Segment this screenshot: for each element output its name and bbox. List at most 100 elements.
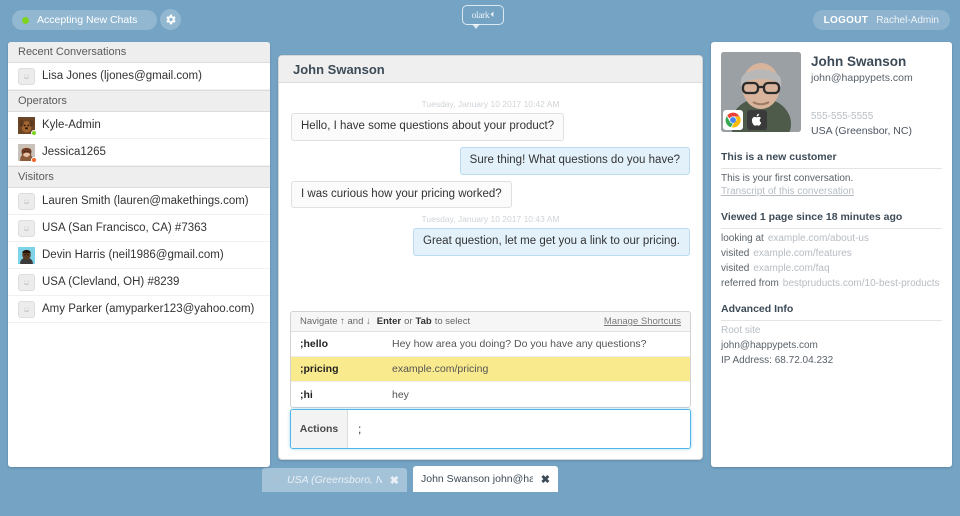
list-item-label: Amy Parker (amyparker123@yahoo.com) (42, 303, 254, 315)
list-item[interactable]: Kyle-Admin (8, 112, 270, 139)
avatar (18, 144, 35, 161)
activity-action: referred from (721, 278, 779, 289)
shortcut-key: ;pricing (300, 363, 392, 375)
shortcut-key: ;hi (300, 389, 392, 401)
shortcut-value: example.com/pricing (392, 363, 488, 375)
operator-message: Sure thing! What questions do you have? (460, 147, 690, 175)
shortcuts-hint-bar: Navigate ↑ and ↓ Enter or Tab to select … (291, 312, 690, 332)
smiley-avatar-icon (18, 193, 35, 210)
gear-icon (164, 13, 177, 26)
shortcut-value: hey (392, 389, 409, 401)
chat-tab[interactable]: USA (Greensboro, NC) #5605 ✖ (262, 468, 407, 492)
chat-header: John Swanson (279, 56, 702, 83)
advanced-info-list: Root site john@happypets.com IP Address: 6… (721, 325, 942, 366)
activity-url: example.com/features (753, 248, 851, 259)
advanced-info-item: Root site (721, 325, 942, 336)
shortcut-row[interactable]: ;helloHey how area you doing? Do you hav… (291, 332, 690, 357)
message-input[interactable] (348, 410, 690, 448)
status-dot-icon (22, 17, 29, 24)
viewed-pages-title: Viewed 1 page since 18 minutes ago (721, 211, 942, 229)
list-item[interactable]: Jessica1265 (8, 139, 270, 166)
sidebar: Recent Conversations Lisa Jones (ljones@g… (8, 42, 270, 467)
activity-action: visited (721, 263, 749, 274)
advanced-info-item: john@happypets.com (721, 340, 942, 351)
smiley-avatar-icon (18, 68, 35, 85)
list-item[interactable]: Lisa Jones (ljones@gmail.com) (8, 63, 270, 90)
visitor-location: USA (Greensbor, NC) (811, 125, 913, 137)
chat-tab[interactable]: John Swanson john@happype ✖ (413, 466, 558, 492)
logo-bubble-icon: olark ⏴ (462, 5, 504, 25)
chat-panel: John Swanson Tuesday, January 10 2017 10… (278, 55, 703, 460)
apple-icon (747, 110, 767, 130)
logout-label: LOGOUT (824, 15, 869, 26)
visitor-phone: 555-555-5555 (811, 111, 913, 122)
list-item-label: Lisa Jones (ljones@gmail.com) (42, 70, 202, 82)
message-input-area: Actions (290, 409, 691, 449)
customer-status-title: This is a new customer (721, 151, 942, 169)
logo-flag-icon: ⏴ (490, 10, 494, 20)
list-item-label: USA (Clevland, OH) #8239 (42, 276, 179, 288)
activity-list: looking atexample.com/about-usvisitedexa… (721, 233, 942, 289)
list-item-label: Jessica1265 (42, 146, 106, 158)
chat-title: John Swanson (293, 62, 385, 77)
visitor-name: John Swanson (811, 54, 913, 69)
activity-item: referred from bestpruducts.com/10-best-pr… (721, 278, 942, 289)
activity-action: looking at (721, 233, 764, 244)
visitor-message: I was curious how your pricing worked? (291, 181, 512, 209)
actions-button[interactable]: Actions (291, 410, 348, 448)
advanced-info-item: IP Address: 68.72.04.232 (721, 355, 942, 366)
list-item[interactable]: USA (San Francisco, CA) #7363 (8, 215, 270, 242)
list-item[interactable]: Amy Parker (amyparker123@yahoo.com) (8, 296, 270, 323)
avatar (18, 117, 35, 134)
shortcut-row[interactable]: ;hihey (291, 382, 690, 407)
message-timestamp: Tuesday, January 10 2017 10:43 AM (291, 214, 690, 224)
logo-text: olark (472, 10, 490, 20)
visitor-id-block: John Swanson john@happypets.com 555-555-… (811, 52, 913, 137)
message-row: Sure thing! What questions do you have? (291, 147, 690, 175)
advanced-info-title: Advanced Info (721, 303, 942, 321)
shortcut-row[interactable]: ;pricingexample.com/pricing (291, 357, 690, 382)
shortcut-value: Hey how area you doing? Do you have any … (392, 338, 647, 350)
visitor-avatar (721, 52, 801, 132)
list-item[interactable]: Devin Harris (neil1986@gmail.com) (8, 242, 270, 269)
message-row: Hello, I have some questions about your … (291, 113, 690, 141)
accepting-chats-toggle[interactable]: Accepting New Chats (12, 10, 157, 30)
message-row: Great question, let me get you a link to… (291, 228, 690, 256)
transcript-link[interactable]: Transcript of this conversation (721, 186, 942, 197)
chat-tab-label: USA (Greensboro, NC) #5605 (287, 474, 382, 486)
shortcuts-hint-or: or (404, 316, 412, 327)
list-item-label: Lauren Smith (lauren@makethings.com) (42, 195, 249, 207)
shortcut-key: ;hello (300, 338, 392, 350)
activity-item: looking at example.com/about-us (721, 233, 942, 244)
close-icon[interactable]: ✖ (390, 474, 399, 487)
settings-button[interactable] (160, 9, 181, 30)
presence-dot-icon (31, 157, 37, 163)
smiley-avatar-icon (18, 274, 35, 291)
visitor-details-panel: John Swanson john@happypets.com 555-555-… (711, 42, 952, 467)
message-list: Tuesday, January 10 2017 10:42 AM Hello, … (279, 83, 702, 266)
operator-message: Great question, let me get you a link to… (413, 228, 690, 256)
sidebar-section-header: Visitors (8, 166, 270, 188)
logout-button[interactable]: LOGOUT Rachel-Admin (813, 10, 950, 30)
chat-tab-label: John Swanson john@happype (421, 473, 533, 485)
presence-dot-icon (31, 130, 37, 136)
list-item-label: Kyle-Admin (42, 119, 101, 131)
smiley-avatar-icon (18, 220, 35, 237)
visitor-message: Hello, I have some questions about your … (291, 113, 564, 141)
customer-status-line: This is your first conversation. (721, 173, 942, 184)
list-item-label: Devin Harris (neil1986@gmail.com) (42, 249, 224, 261)
close-icon[interactable]: ✖ (541, 473, 550, 486)
smiley-avatar-icon (270, 473, 281, 487)
sidebar-section-header: Recent Conversations (8, 42, 270, 63)
top-bar: Accepting New Chats olark ⏴ LOGOUT Rache… (0, 0, 960, 38)
message-timestamp: Tuesday, January 10 2017 10:42 AM (291, 99, 690, 109)
list-item[interactable]: Lauren Smith (lauren@makethings.com) (8, 188, 270, 215)
activity-item: visitedexample.com/faq (721, 263, 942, 274)
tab-bar: USA (Greensboro, NC) #5605✖John Swanson … (262, 466, 564, 492)
manage-shortcuts-link[interactable]: Manage Shortcuts (604, 316, 681, 327)
list-item[interactable]: USA (Clevland, OH) #8239 (8, 269, 270, 296)
message-row: I was curious how your pricing worked? (291, 181, 690, 209)
shortcuts-panel: Navigate ↑ and ↓ Enter or Tab to select … (290, 311, 691, 408)
activity-url: bestpruducts.com/10-best-products (783, 278, 940, 289)
activity-url: example.com/about-us (768, 233, 869, 244)
